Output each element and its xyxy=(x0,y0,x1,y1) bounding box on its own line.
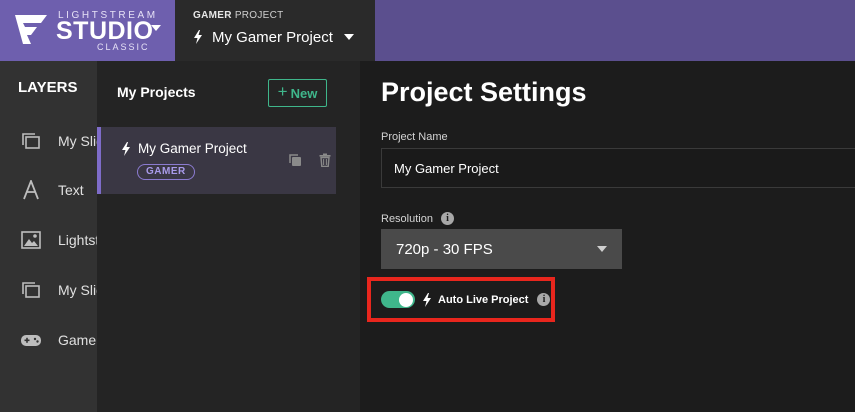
layer-item-text[interactable]: Text xyxy=(0,168,97,212)
resolution-label-text: Resolution xyxy=(381,212,433,225)
layers-title: LAYERS xyxy=(18,79,78,96)
gamepad-icon xyxy=(20,329,42,351)
project-type-rest: PROJECT xyxy=(231,10,284,21)
project-select-dropdown[interactable]: My Gamer Project xyxy=(193,26,354,48)
project-type-bold: GAMER xyxy=(193,10,232,21)
slideshow-icon xyxy=(20,130,42,152)
image-icon xyxy=(20,229,42,251)
project-switcher-area: GAMER PROJECT My Gamer Project xyxy=(175,0,375,61)
resolution-select[interactable]: 720p - 30 FPS xyxy=(381,229,622,269)
layer-item-label: Lightstream xyxy=(58,232,97,248)
current-project-name: My Gamer Project xyxy=(212,28,333,46)
layer-item-slideshow-2[interactable]: My Slideshow xyxy=(0,268,97,312)
new-project-button[interactable]: + New xyxy=(268,79,327,107)
layer-item-label: Text xyxy=(58,182,84,198)
plus-icon: + xyxy=(277,82,288,101)
chevron-down-icon xyxy=(343,34,354,40)
layer-item-slideshow[interactable]: My Slideshow xyxy=(0,119,97,163)
auto-live-label: Auto Live Project xyxy=(438,293,529,306)
auto-live-row: Auto Live Project i xyxy=(422,291,551,308)
project-settings-panel: Project Settings Project Name Resolution… xyxy=(360,61,855,412)
layer-item-label: Game Source xyxy=(58,332,97,348)
layers-sidebar: LAYERS My Slideshow Text Lightstream My … xyxy=(0,61,97,412)
chevron-down-icon xyxy=(597,246,607,252)
project-type-badge: GAMER xyxy=(137,164,195,180)
resolution-label: Resolution i xyxy=(381,212,454,225)
project-name-label-text: Project Name xyxy=(381,131,448,143)
project-name-label: Project Name xyxy=(381,131,448,143)
brand-sub-text: CLASSIC xyxy=(97,42,150,52)
top-bar: LIGHTSTREAM STUDIO CLASSIC GAMER PROJECT… xyxy=(0,0,855,61)
auto-live-toggle[interactable] xyxy=(381,291,415,308)
project-type-label: GAMER PROJECT xyxy=(193,10,284,21)
layer-item-label: My Slideshow xyxy=(58,133,97,149)
page-title: Project Settings xyxy=(381,77,587,107)
projects-panel: My Projects + New My Gamer Project GAMER xyxy=(97,61,360,412)
info-icon[interactable]: i xyxy=(440,212,454,225)
lightstream-logo-icon xyxy=(15,15,47,44)
layer-item-lightstream-image[interactable]: Lightstream xyxy=(0,218,97,262)
copy-icon[interactable] xyxy=(288,153,302,167)
projects-title: My Projects xyxy=(117,84,196,100)
project-card-title: My Gamer Project xyxy=(121,141,247,156)
brand-menu[interactable]: LIGHTSTREAM STUDIO CLASSIC xyxy=(0,0,175,61)
resolution-value: 720p - 30 FPS xyxy=(396,240,493,258)
layer-item-game-source[interactable]: Game Source xyxy=(0,318,97,362)
trash-icon[interactable] xyxy=(318,153,332,167)
project-card-name: My Gamer Project xyxy=(138,141,247,156)
toggle-knob xyxy=(399,292,413,307)
info-icon[interactable]: i xyxy=(537,293,551,306)
text-icon xyxy=(20,179,42,201)
brand-caret-down-icon[interactable] xyxy=(151,25,161,31)
new-project-label: New xyxy=(290,85,318,101)
bolt-icon xyxy=(423,292,431,307)
project-name-input[interactable] xyxy=(381,148,855,188)
slideshow-icon xyxy=(20,279,42,301)
layer-item-label: My Slideshow xyxy=(58,282,97,298)
bolt-icon xyxy=(194,30,202,44)
bolt-icon xyxy=(122,141,130,156)
project-card-selected[interactable]: My Gamer Project GAMER xyxy=(97,127,336,194)
